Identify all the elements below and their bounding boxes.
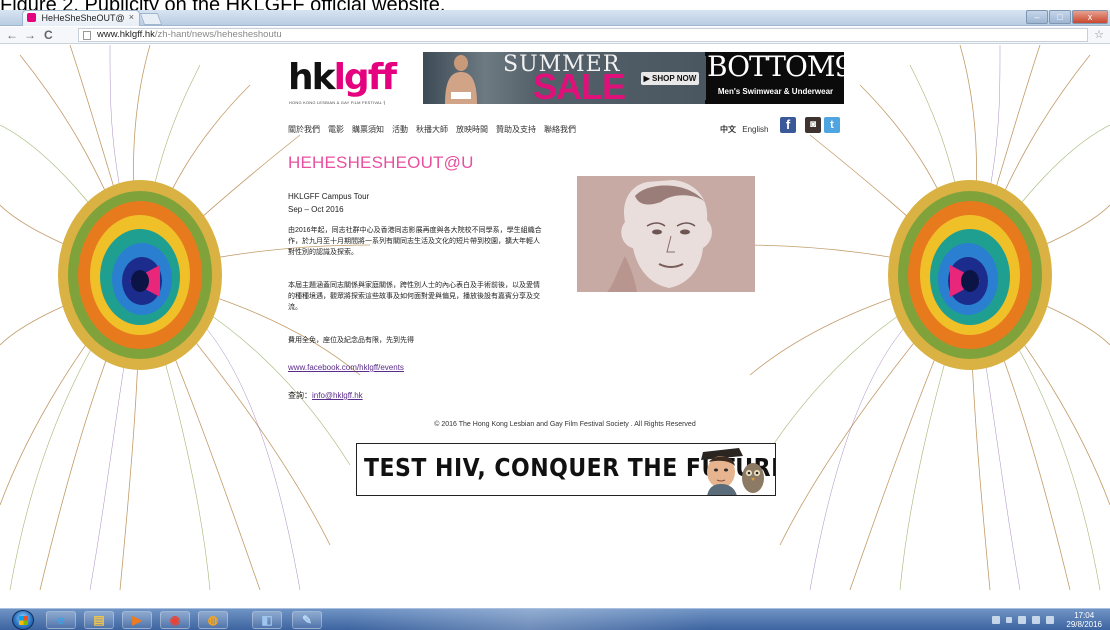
instagram-icon[interactable]: ◙ [805,117,821,133]
tab-close-icon[interactable]: × [129,12,134,22]
nav-item-sponsors[interactable]: 贊助及支持 [496,124,536,136]
nav-item-events[interactable]: 活動 [392,124,408,136]
model-photo-icon [445,55,477,104]
tab-title: HeHeSheSheOUT@ [41,13,125,23]
article-paragraph-3: 費用全免，座位及紀念品有限，先到先得 [288,337,414,344]
reload-button[interactable]: C [44,28,53,42]
lang-english-link[interactable]: English [742,125,768,134]
tray-network-icon[interactable] [1032,616,1041,624]
taskbar-sheen [350,609,800,630]
taskbar-file-explorer-icon[interactable]: ▤ [84,611,114,629]
page-icon [83,31,91,40]
main-nav: 關於我們 電影 購票須知 活動 秋播大師 放映時間 贊助及支持 聯絡我們 [288,124,576,136]
taskbar-chrome-icon[interactable]: ◉ [160,611,190,629]
facebook-events-link[interactable]: www.facebook.com/hklgff/events [288,363,404,372]
tray-flag-icon[interactable] [1018,616,1027,624]
article-subhead: HKLGFF Campus Tour [288,192,370,201]
nav-item-films[interactable]: 電影 [328,124,344,136]
article-dates: Sep – Oct 2016 [288,205,344,214]
nav-item-about[interactable]: 關於我們 [288,124,320,136]
email-label: 查詢： [288,391,312,400]
ad-brand-name: BOTTOM9 [707,52,844,83]
logo-tagline: HONG KONG LESBIAN & GAY FILM FESTIVAL 香港… [289,100,385,105]
new-tab-button[interactable] [139,13,163,25]
email-link[interactable]: info@hklgff.hk [312,391,363,400]
browser-toolbar: ← → C www.hklgff.hk/zh-hant/news/heheshe… [0,27,1110,44]
ad-divider [705,56,706,100]
ad-sale-text: SALE [533,66,626,105]
language-switcher: 中文 English [720,124,768,135]
nav-item-schedule[interactable]: 放映時間 [456,124,488,136]
tray-keyboard-icon[interactable] [992,616,1001,624]
taskbar-blue-app-icon[interactable]: ◧ [252,611,282,629]
taskbar-media-player-icon[interactable]: ▶ [122,611,152,629]
system-clock[interactable]: 17:04 29/8/2016 [1066,611,1102,629]
minimize-button[interactable]: ‒ [1026,10,1048,24]
lang-chinese-link[interactable]: 中文 [720,125,736,134]
clock-time: 17:04 [1074,611,1095,620]
article-paragraph-1: 由2016年起，同志社群中心及香港同志影展再度與各大院校不同學系，學生組織合作，… [288,227,542,256]
email-row: 查詢：info@hklgff.hk [288,390,363,401]
summer-sale-ad-banner[interactable]: SUMMER SALE ▶ SHOP NOW BOTTOM9 Men's Swi… [423,52,844,104]
taskbar-paint-icon[interactable]: ✎ [292,611,322,629]
browser-tab[interactable]: HeHeSheSheOUT@ × [22,10,140,26]
page-title: HEHESHESHEOUT@U [288,153,474,172]
start-button[interactable] [12,610,34,630]
maximize-button[interactable]: □ [1049,10,1071,24]
system-tray: 17:04 29/8/2016 [992,611,1102,629]
taskbar-orange-app-icon[interactable]: ◍ [198,611,228,629]
address-bar[interactable]: www.hklgff.hk/zh-hant/news/hehesheshoutu [78,28,1088,42]
campus-tour-poster-image [577,176,755,292]
windows-taskbar: e ▤ ▶ ◉ ◍ ◧ ✎ 17:04 29/8/2016 [0,608,1110,630]
browser-titlebar: HeHeSheSheOUT@ × ‒ □ x [0,10,1110,26]
nav-item-masters[interactable]: 秋播大師 [416,124,448,136]
tray-show-hidden-icon[interactable] [1006,617,1013,623]
url-domain: www.hklgff.hk [97,29,155,40]
window-controls: ‒ □ x [1025,10,1108,26]
logo-wordmark: hklgff [288,57,397,98]
url-path: /zh-hant/news/hehesheshoutu [154,29,282,40]
nav-item-ticketing[interactable]: 購票須知 [352,124,384,136]
test-hiv-ad-banner[interactable]: TEST HIV, CONQUER THE FUTURE! [356,443,776,496]
facebook-icon[interactable]: f [780,117,796,133]
copyright-text: © 2016 The Hong Kong Lesbian and Gay Fil… [434,421,696,428]
page-viewport: hklgff HONG KONG LESBIAN & GAY FILM FEST… [0,45,1110,590]
back-button[interactable]: ← [6,28,18,42]
screenshot-root: Figure 2. Publicity on the HKLGFF offici… [0,0,1110,630]
tray-volume-icon[interactable] [1046,616,1055,624]
site-favicon-icon [27,13,36,22]
shop-now-button[interactable]: ▶ SHOP NOW [641,72,699,85]
nav-item-contact[interactable]: 聯絡我們 [544,124,576,136]
hiv-banner-illustration-icon [701,448,764,495]
ad-brand-subtitle: Men's Swimwear & Underwear [717,87,834,96]
taskbar-internet-explorer-icon[interactable]: e [46,611,76,629]
article-paragraph-2: 本屆主題涵蓋同志關係與家庭關係，跨性別人士的內心表白及手術前後，以及愛情的種種境… [288,282,540,311]
close-window-button[interactable]: x [1072,10,1108,24]
bookmark-star-icon[interactable]: ☆ [1094,28,1104,41]
forward-button[interactable]: → [24,28,36,42]
clock-date: 29/8/2016 [1066,620,1102,629]
twitter-icon[interactable]: t [824,117,840,133]
hklgff-logo[interactable]: hklgff HONG KONG LESBIAN & GAY FILM FEST… [288,58,397,108]
